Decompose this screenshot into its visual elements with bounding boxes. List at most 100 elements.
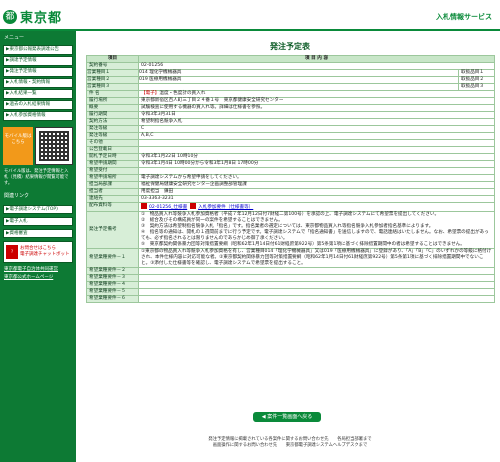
table-row: 希望業種要件－３: [86, 274, 495, 282]
sidebar-item-past-results[interactable]: ▶過去の入札結果情報: [3, 100, 73, 110]
table-header-row: 項目 項 目 内 容: [86, 55, 495, 63]
level-label: 取扱品目１: [458, 70, 494, 76]
order-plan-table: 項目 項 目 内 容 契約番号 02-01256 営業種目１ 営業種目２ 営業種…: [86, 55, 495, 303]
pdf-icon: [190, 203, 197, 209]
row-value: 03-3363-3231: [138, 195, 495, 203]
row-value: A,B,C: [138, 132, 495, 140]
row-value: 東京都新宿区百人町三丁目２４番１号 東京都健康安全研究センター: [138, 97, 495, 105]
business-type-row: 営業種目１ 営業種目２ 営業種目３ 014 理化学機械器具 取扱品目１ 019 医…: [86, 69, 495, 91]
sidebar-item-e-bidding[interactable]: ▶電子入札: [3, 217, 73, 226]
attachment-link-requirements[interactable]: 入札参加要件（仕様書等）: [198, 205, 253, 210]
type-label: 営業種目２: [87, 77, 110, 82]
level-label: 取扱品目３: [458, 84, 494, 90]
sidebar-item-e-procurement-top[interactable]: ▶電子調達システム(TOP): [3, 205, 73, 214]
row-label: 履行期間: [86, 111, 139, 119]
chatbot-button[interactable]: ? お問合せはこちら 電子調達チャットボット: [3, 241, 73, 263]
e-procurement-tag: 【電子】: [141, 91, 160, 96]
row-label: 公告登載日: [86, 146, 139, 154]
row-label: 発注等級: [86, 132, 139, 140]
row-label: 契約番号: [86, 62, 139, 70]
qr-code-icon: [35, 127, 73, 165]
table-row: 概要 試験検査に使用する機器の買入れ等。詳細は仕様書を参照。: [86, 104, 495, 112]
mobile-promo: モバイル版はこちら: [3, 127, 73, 165]
row-label: 希望申請期間: [86, 160, 139, 168]
table-row: 担当者 用度担当 鎌田: [86, 188, 495, 196]
table-row: 希望業種要件－２: [86, 267, 495, 275]
attachment-link-spec[interactable]: 02-01256_仕様書: [149, 205, 187, 210]
row-label: 希望業種要件－４: [86, 281, 139, 289]
sidebar-item-bid-info[interactable]: ▶入札情報・契約情報: [3, 78, 73, 88]
row-value: C: [138, 125, 495, 133]
type-value: 019 医療用機械器具: [139, 77, 182, 82]
mobile-site-button[interactable]: モバイル版はこちら: [3, 127, 33, 165]
sidebar-links-heading: 関連リンク: [4, 193, 30, 199]
table-row: 希望申請場所 電子調達システムから希望申請をしてください。: [86, 174, 495, 182]
table-row: 契約番号 02-01256: [86, 62, 495, 70]
row-label: 概要: [86, 104, 139, 112]
row-value: 電子調達システムから希望申請をしてください。: [138, 174, 495, 182]
row-label: 担当者: [86, 188, 139, 196]
link-tokyo-official[interactable]: 東京都公式ホームページ: [4, 274, 72, 280]
row-value: 令和3年1月22日 10時10分: [138, 153, 495, 161]
row-label: 希望申請場所: [86, 174, 139, 182]
row-label: 希望受付: [86, 167, 139, 175]
requirement-row: 希望業種要件－１ ①東京都の物品買入れ等競争入札参加資格を有し、営業種目014「…: [86, 248, 495, 268]
sidebar-item-qualification-review[interactable]: ▶資格審査: [3, 229, 73, 238]
tokyo-logo[interactable]: 都 東京都: [3, 7, 62, 26]
table-row: 連絡先 03-3363-3231: [86, 195, 495, 203]
row-value: [138, 167, 495, 175]
table-row: 履行場所 東京都新宿区百人町三丁目２４番１号 東京都健康安全研究センター: [86, 97, 495, 105]
logo-text: 東京都: [20, 11, 63, 26]
link-e-government[interactable]: 東京都電子自治体共同運営: [4, 266, 72, 272]
type-label: 営業種目１: [87, 70, 110, 75]
sidebar-item-qualification[interactable]: ▶入札参加資格情報: [3, 111, 73, 121]
row-value: 希望制指名競争入札: [138, 118, 495, 126]
sidebar-item-procurement-plan[interactable]: ▶調達予定情報: [3, 56, 73, 66]
level-label: 取扱品目２: [458, 77, 494, 83]
row-value: [138, 139, 495, 147]
requirement-text: ①東京都の物品買入れ等競争入札参加資格を有し、営業種目014「理化学機械器具」又…: [138, 248, 495, 268]
table-row: 履行期間 令和3年3月31日: [86, 111, 495, 119]
row-value: 02-01256: [138, 62, 495, 70]
back-to-list-button[interactable]: ◀ 案件一覧画面へ戻る: [253, 412, 321, 422]
pdf-icon: [141, 203, 147, 209]
footer: 発注予定情報に掲載されている各案件に関するお問い合わせ先 各局担当部署まで 画面…: [80, 437, 500, 449]
chatbot-icon: ?: [6, 245, 18, 259]
row-label: 担当局部課: [86, 181, 139, 189]
row-label: 希望業種要件－５: [86, 288, 139, 296]
table-row: 希望業種要件－６: [86, 295, 495, 303]
footer-help-line: 画面操作に関するお問い合わせ先 東京都電子調達システムヘルプデスクまで: [212, 443, 368, 448]
row-value: 令和3年1月4日 10時00分から令和3年1月8日 17時00分: [138, 160, 495, 168]
table-row: 件 名 【電子】温度・色度計の買入れ: [86, 90, 495, 98]
page-title: 発注予定表: [270, 42, 310, 51]
row-label: その他: [86, 139, 139, 147]
row-label: 希望業種要件－１: [86, 248, 139, 268]
col-content-header: 項 目 内 容: [138, 55, 495, 63]
page-header: 都 東京都 入札情報サービス: [0, 0, 500, 30]
type-value: 014 理化学機械器具: [139, 70, 182, 75]
row-label: 配布資料等: [86, 202, 139, 212]
table-row: 公告登載日: [86, 146, 495, 154]
row-label: 希望業種要件－２: [86, 267, 139, 275]
table-row: 契約方法 希望制指名競争入札: [86, 118, 495, 126]
row-value: 令和3年3月31日: [138, 111, 495, 119]
sidebar-item-public-notice[interactable]: ▶東京都公報発表調達公告: [3, 45, 73, 55]
table-row: 発注等級 A,B,C: [86, 132, 495, 140]
notes-row: 発注予定備考 ① 物品買入れ等競争入札参加資格者（平成７年12月12日付7財経二…: [86, 211, 495, 249]
row-label: 契約方法: [86, 118, 139, 126]
table-row: 希望申請期間 令和3年1月4日 10時00分から令和3年1月8日 17時00分: [86, 160, 495, 168]
main-content: 発注予定表 項目 項 目 内 容 契約番号 02-01256 営業種目１ 営業種…: [80, 31, 500, 303]
table-row: 希望受付: [86, 167, 495, 175]
table-row: 希望業種要件－４: [86, 281, 495, 289]
row-value: 福祉保健局健康安全研究センター企画調整部管理課: [138, 181, 495, 189]
sidebar-item-bid-results[interactable]: ▶入札結果一覧: [3, 89, 73, 99]
tokyo-emblem-icon: 都: [3, 9, 17, 24]
table-row: 発注等級 C: [86, 125, 495, 133]
chatbot-sublabel: 電子調達チャットボット: [20, 252, 70, 257]
row-value: 用度担当 鎌田: [138, 188, 495, 196]
sidebar-item-order-plan[interactable]: ▶発注予定情報: [3, 67, 73, 77]
row-label: 件 名: [86, 90, 139, 98]
table-row: 担当局部課 福祉保健局健康安全研究センター企画調整部管理課: [86, 181, 495, 189]
row-label: 希望業種要件－６: [86, 295, 139, 303]
attachments-row: 配布資料等 02-01256_仕様書 入札参加要件（仕様書等）: [86, 202, 495, 212]
